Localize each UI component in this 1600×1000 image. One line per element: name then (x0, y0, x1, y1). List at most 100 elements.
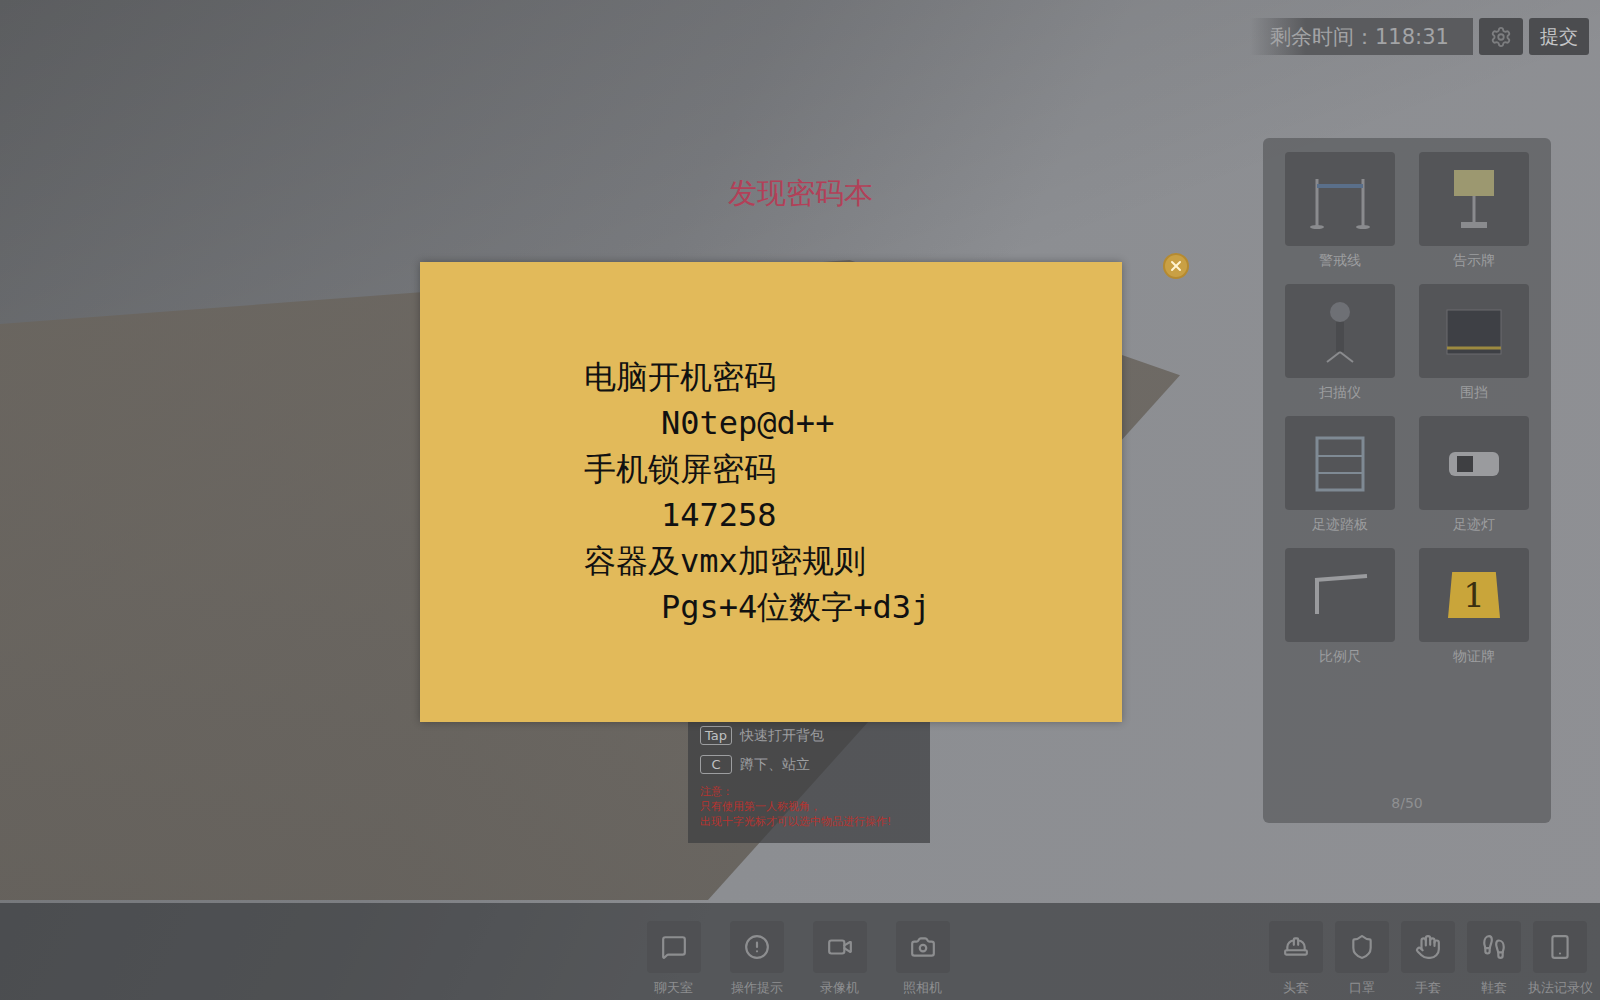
protection-button[interactable]: 头套 (1266, 921, 1326, 997)
tool-tile[interactable] (1285, 416, 1395, 510)
toolbar-label: 操作提示 (731, 979, 783, 997)
close-button[interactable] (1163, 253, 1189, 279)
recorder-icon (1547, 934, 1573, 960)
tool-tile[interactable] (1419, 416, 1529, 510)
toolbar-label: 聊天室 (654, 979, 693, 997)
gear-icon (1490, 26, 1512, 48)
protection-label: 口罩 (1349, 979, 1375, 997)
toolbar-button[interactable]: 录像机 (802, 921, 877, 997)
hint-text: 快速打开背包 (740, 727, 824, 745)
toolbar-button[interactable]: 照相机 (885, 921, 960, 997)
close-icon (1168, 258, 1184, 274)
tool-icon (1439, 428, 1509, 498)
toolbar-icon-box[interactable] (813, 921, 867, 973)
key-cap: C (700, 755, 732, 774)
protection-label: 手套 (1415, 979, 1441, 997)
note-line: 147258 (584, 492, 1082, 538)
tool-label: 比例尺 (1319, 648, 1361, 666)
tool-label: 警戒线 (1319, 252, 1361, 270)
tool-item[interactable]: 足迹灯 (1419, 416, 1529, 534)
protection-icon-box[interactable] (1401, 921, 1455, 973)
protection-button[interactable]: 执法记录仪 (1530, 921, 1590, 997)
protection-label: 执法记录仪 (1528, 979, 1593, 997)
top-bar: 剩余时间：118:31 提交 (0, 0, 1600, 55)
tool-icon (1305, 296, 1375, 366)
toolbar-icon-box[interactable] (730, 921, 784, 973)
tool-label: 足迹灯 (1453, 516, 1495, 534)
game-screen: 剩余时间：118:31 提交警戒线 告示牌扫描仪 围挡足迹踏板足迹灯比例尺 1 物证牌 8/… (0, 0, 1600, 1000)
protection-button[interactable]: 口罩 (1332, 921, 1392, 997)
protection-label: 头套 (1283, 979, 1309, 997)
tool-icon (1305, 560, 1375, 630)
note-line: 容器及vmx加密规则 (584, 538, 1082, 584)
tool-label: 围挡 (1460, 384, 1488, 402)
password-note: 电脑开机密码N0tep@d++手机锁屏密码147258容器及vmx加密规则Pgs… (420, 262, 1122, 722)
tool-label: 物证牌 (1453, 648, 1495, 666)
glove-icon (1415, 934, 1441, 960)
tool-panel: 警戒线 告示牌扫描仪 围挡足迹踏板足迹灯比例尺 1 物证牌 8/50 (1263, 138, 1551, 823)
hint-row: Tap 快速打开背包 (700, 726, 918, 745)
camera-icon (910, 934, 936, 960)
protection-label: 鞋套 (1481, 979, 1507, 997)
tool-item[interactable]: 比例尺 (1285, 548, 1395, 666)
tool-icon (1305, 164, 1375, 234)
toolbar-label: 照相机 (903, 979, 942, 997)
tool-icon (1305, 428, 1375, 498)
tool-item[interactable]: 足迹踏板 (1285, 416, 1395, 534)
protection-button[interactable]: 手套 (1398, 921, 1458, 997)
evidence-marker-icon: 1 (1448, 572, 1500, 618)
tool-item[interactable]: 扫描仪 (1285, 284, 1395, 402)
hint-row: C 蹲下、站立 (700, 755, 918, 774)
tool-tile[interactable] (1285, 548, 1395, 642)
shoe-cover-icon (1481, 934, 1507, 960)
key-cap: Tap (700, 726, 732, 745)
tool-icon (1439, 296, 1509, 366)
protection-icon-box[interactable] (1467, 921, 1521, 973)
alert-icon (744, 934, 770, 960)
tool-item[interactable]: 告示牌 (1419, 152, 1529, 270)
toolbar-button[interactable]: 聊天室 (636, 921, 711, 997)
settings-button[interactable] (1479, 18, 1523, 55)
toolbar: 聊天室 操作提示 录像机 照相机 (636, 921, 960, 997)
tool-item[interactable]: 警戒线 (1285, 152, 1395, 270)
tool-label: 扫描仪 (1319, 384, 1361, 402)
hint-text: 蹲下、站立 (740, 756, 810, 774)
tool-tile[interactable] (1285, 152, 1395, 246)
bottom-bar: 聊天室 操作提示 录像机 照相机 头套 口罩 手套 鞋套 执法记录仪 (0, 903, 1600, 1000)
warning-line: 注意： (700, 784, 918, 799)
protection-icon-box[interactable] (1269, 921, 1323, 973)
protection-icon-box[interactable] (1335, 921, 1389, 973)
tool-item[interactable]: 1 物证牌 (1419, 548, 1529, 666)
toolbar-icon-box[interactable] (647, 921, 701, 973)
tool-tile[interactable] (1419, 284, 1529, 378)
tool-label: 告示牌 (1453, 252, 1495, 270)
found-notice: 发现密码本 (0, 174, 1600, 214)
protection-bar: 头套 口罩 手套 鞋套 执法记录仪 (1266, 921, 1590, 997)
timer: 剩余时间：118:31 (1250, 18, 1473, 55)
note-line: 电脑开机密码 (584, 354, 1082, 400)
video-camera-icon (827, 934, 853, 960)
warning-line: 出现十字光标才可以选中物品进行操作! (700, 814, 918, 829)
protection-icon-box[interactable] (1533, 921, 1587, 973)
toolbar-icon-box[interactable] (896, 921, 950, 973)
hood-icon (1283, 934, 1309, 960)
warning-text: 注意：只有使用第一人称视角，出现十字光标才可以选中物品进行操作! (700, 784, 918, 829)
toolbar-button[interactable]: 操作提示 (719, 921, 794, 997)
tool-count: 8/50 (1391, 795, 1422, 811)
submit-button[interactable]: 提交 (1529, 18, 1589, 55)
tool-icon (1439, 164, 1509, 234)
note-line: 手机锁屏密码 (584, 446, 1082, 492)
chat-icon (661, 934, 687, 960)
tool-tile[interactable] (1419, 152, 1529, 246)
note-line: N0tep@d++ (584, 400, 1082, 446)
hint-panel: Tap 快速打开背包 C 蹲下、站立注意：只有使用第一人称视角，出现十字光标才可以选中… (688, 722, 930, 843)
tool-grid: 警戒线 告示牌扫描仪 围挡足迹踏板足迹灯比例尺 1 物证牌 (1285, 152, 1529, 666)
tool-tile[interactable] (1285, 284, 1395, 378)
note-line: Pgs+4位数字+d3j (584, 584, 1082, 630)
mask-icon (1349, 934, 1375, 960)
warning-line: 只有使用第一人称视角， (700, 799, 918, 814)
toolbar-label: 录像机 (820, 979, 859, 997)
protection-button[interactable]: 鞋套 (1464, 921, 1524, 997)
tool-item[interactable]: 围挡 (1419, 284, 1529, 402)
tool-tile[interactable]: 1 (1419, 548, 1529, 642)
